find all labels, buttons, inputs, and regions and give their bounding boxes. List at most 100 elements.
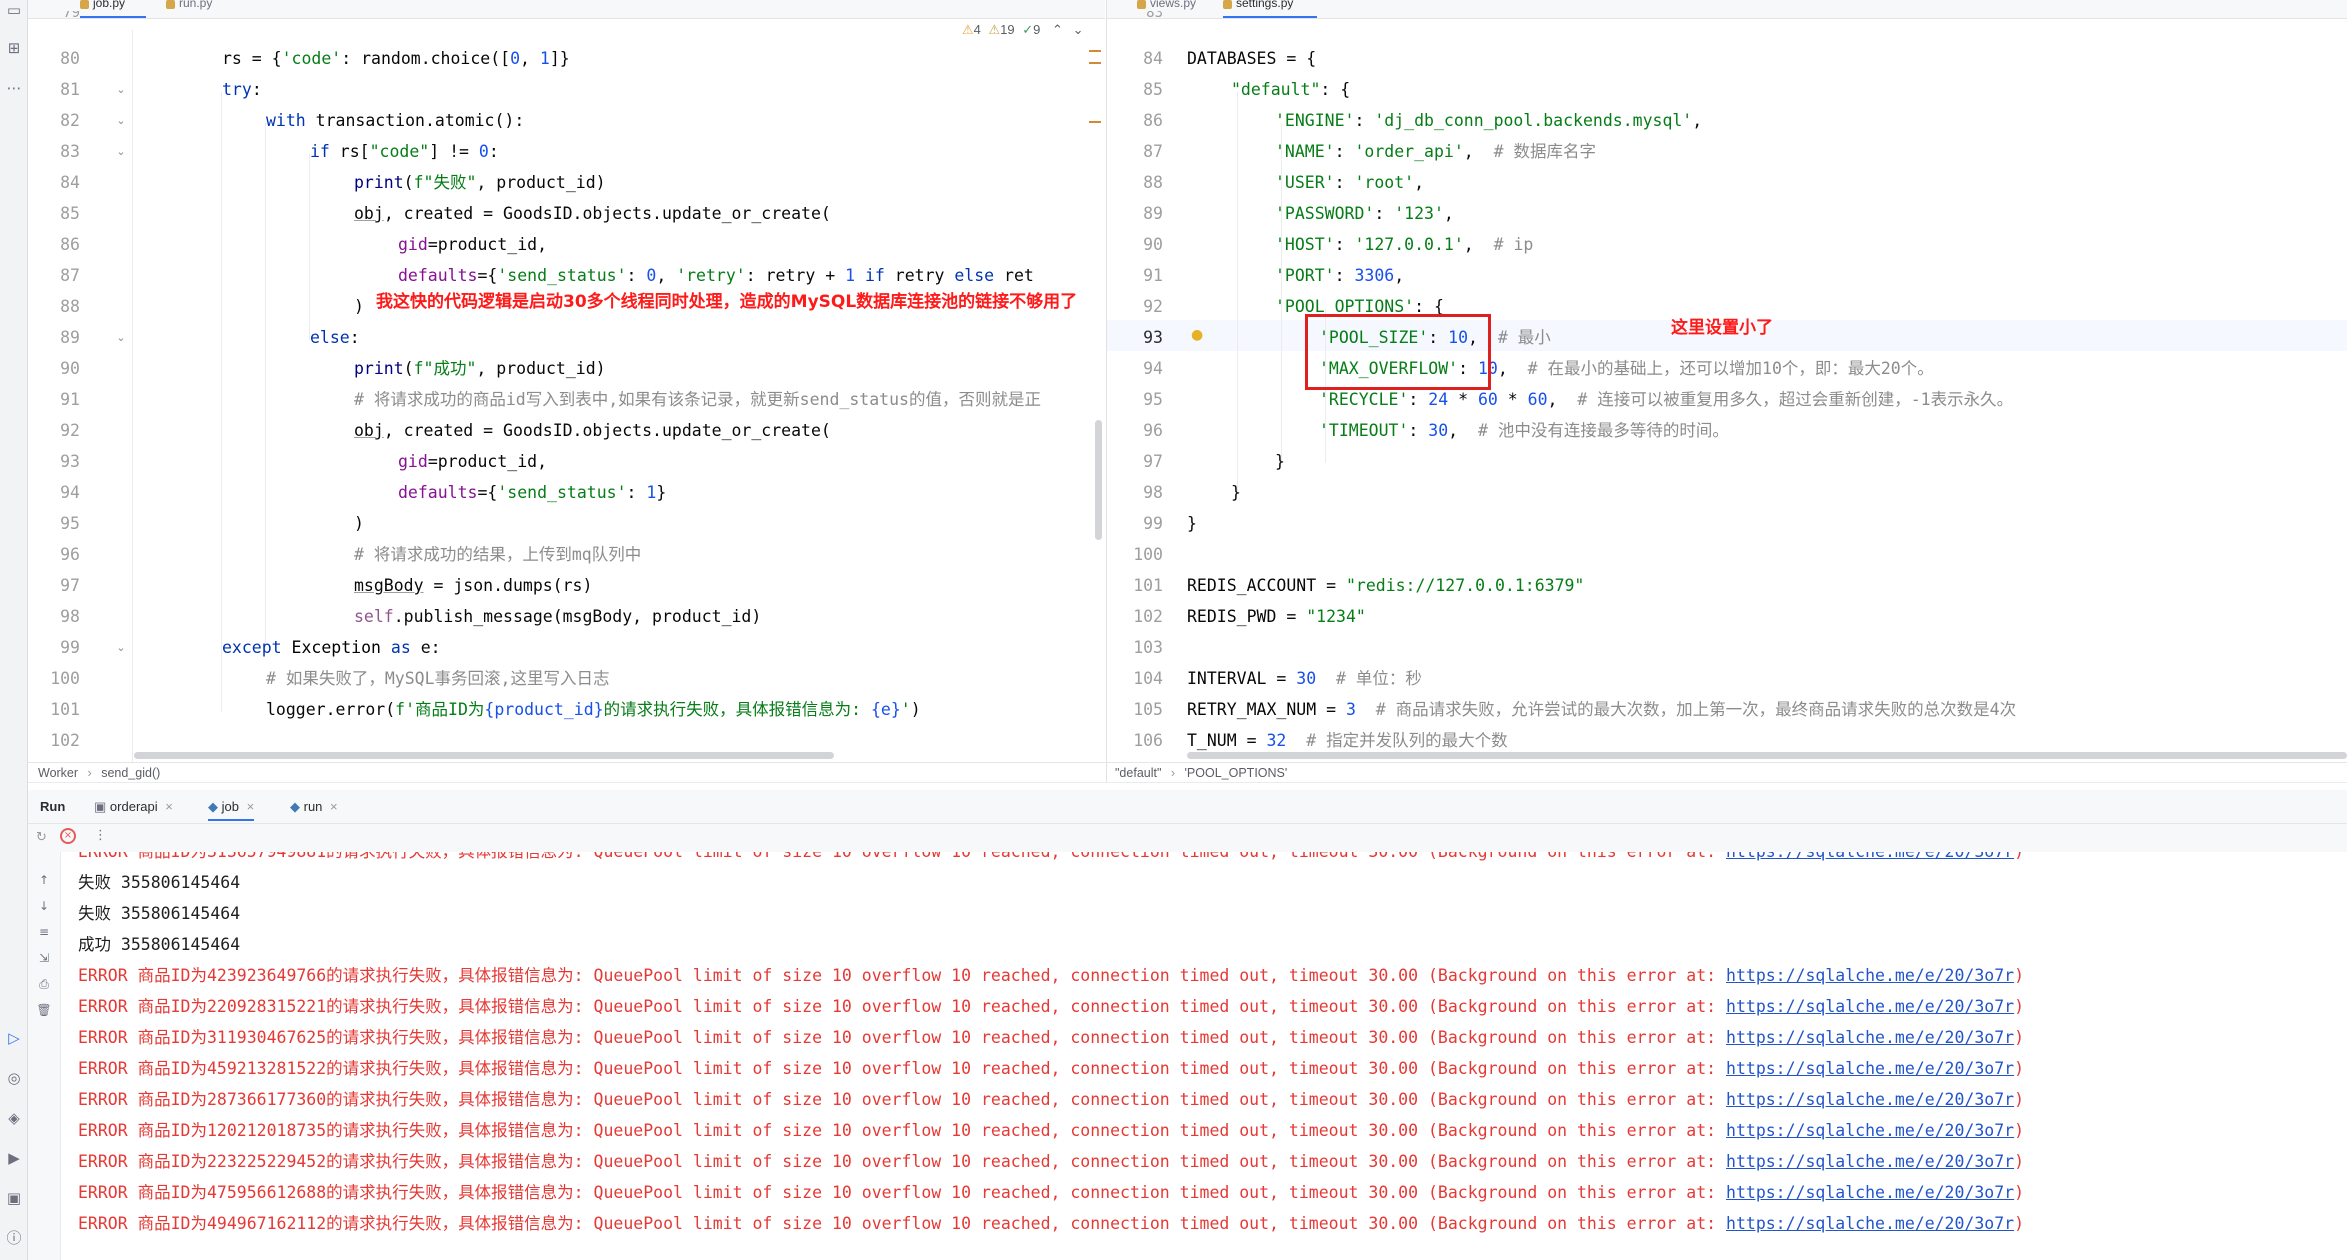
fold-marker-icon[interactable]: ⌄ bbox=[114, 136, 128, 167]
breadcrumb-item[interactable]: "default" bbox=[1115, 766, 1161, 780]
run-tab-run[interactable]: ◆ run × bbox=[290, 799, 338, 815]
structure-icon[interactable]: ⊞ bbox=[4, 38, 24, 58]
console-error-line: ERROR 商品ID为220928315221的请求执行失败，具体报错信息为: … bbox=[78, 997, 2025, 1016]
fold-marker-icon[interactable]: ⌄ bbox=[114, 105, 128, 136]
error-link[interactable]: https://sqlalche.me/e/20/3o7r bbox=[1726, 1121, 2014, 1140]
fold-marker-icon[interactable]: ⌄ bbox=[114, 74, 128, 105]
code-line-91: 'PORT': 3306, bbox=[1275, 266, 1405, 285]
chevron-down-icon[interactable]: ⌄ bbox=[1073, 22, 1084, 37]
layers-icon[interactable]: ◈ bbox=[4, 1108, 24, 1128]
error-link[interactable]: https://sqlalche.me/e/20/3o7r bbox=[1726, 1183, 2014, 1202]
error-link[interactable]: https://sqlalche.me/e/20/3o7r bbox=[1726, 1090, 2014, 1109]
line-number: 105 bbox=[1133, 700, 1163, 719]
tab-label: job.py bbox=[93, 0, 126, 10]
line-number: 94 bbox=[1143, 359, 1163, 378]
line-number: 96 bbox=[60, 545, 80, 564]
close-icon[interactable]: × bbox=[247, 799, 255, 814]
more-options-icon[interactable]: ⋮ bbox=[94, 828, 107, 843]
error-link[interactable]: https://sqlalche.me/e/20/3o7r bbox=[1726, 997, 2014, 1016]
print-icon[interactable]: ⎙ bbox=[36, 976, 52, 992]
tab-settings-py[interactable]: settings.py bbox=[1223, 0, 1317, 18]
console-error-line: ERROR 商品ID为459213281522的请求执行失败，具体报错信息为: … bbox=[78, 1059, 2025, 1078]
line-number: 93 bbox=[60, 452, 80, 471]
scroll-down-icon[interactable]: ↓ bbox=[36, 898, 52, 914]
run-panel-title: Run bbox=[40, 799, 66, 814]
scroll-to-end-icon[interactable]: ⇲ bbox=[36, 950, 52, 966]
breadcrumb-item[interactable]: send_gid() bbox=[101, 766, 160, 780]
console-error-line: ERROR 商品ID为223225229452的请求执行失败，具体报错信息为: … bbox=[78, 1152, 2025, 1171]
code-line-88: 'USER': 'root', bbox=[1275, 173, 1425, 192]
code-line-83: if rs["code"] != 0: bbox=[310, 142, 499, 161]
line-number: 102 bbox=[1133, 607, 1163, 626]
python-file-icon bbox=[1137, 0, 1146, 9]
code-line-99: except Exception as e: bbox=[222, 638, 441, 657]
left-horizontal-scrollbar[interactable] bbox=[134, 752, 834, 759]
trash-icon[interactable]: 🗑 bbox=[36, 1002, 52, 1018]
error-link[interactable]: https://sqlalche.me/e/20/3o7r bbox=[1726, 1028, 2014, 1047]
fold-marker-icon[interactable]: ⌄ bbox=[114, 322, 128, 353]
fold-marker-icon[interactable]: ⌄ bbox=[114, 632, 128, 663]
breadcrumb-item[interactable]: Worker bbox=[38, 766, 78, 780]
run-tab-label: orderapi bbox=[109, 799, 158, 814]
line-number: 100 bbox=[1133, 545, 1163, 564]
line-number: 90 bbox=[60, 359, 80, 378]
line-number: 99 bbox=[1143, 514, 1163, 533]
run-tab-job[interactable]: ◆ job × bbox=[208, 799, 255, 821]
console-output[interactable]: ERROR 商品ID为313657949881的请求执行失败，具体报错信息为: … bbox=[62, 852, 2347, 1260]
line-number: 103 bbox=[1133, 638, 1163, 657]
breadcrumb-separator-icon: › bbox=[1170, 766, 1176, 780]
code-line-105: RETRY_MAX_NUM = 3 # 商品请求失败，允许尝试的最大次数，加上第… bbox=[1187, 700, 2017, 719]
left-vertical-scrollbar[interactable] bbox=[1095, 420, 1102, 540]
error-link[interactable]: https://sqlalche.me/e/20/3o7r bbox=[1726, 1152, 2014, 1171]
problems-icon[interactable]: ⓘ bbox=[4, 1228, 24, 1248]
services-icon[interactable]: ▶ bbox=[4, 1148, 24, 1168]
intention-bulb-icon[interactable]: ● bbox=[1191, 327, 1203, 343]
tab-job-py[interactable]: job.py bbox=[80, 0, 146, 18]
line-number: 102 bbox=[50, 731, 80, 750]
code-line-91: # 将请求成功的商品id写入到表中,如果有该条记录，就更新send_status… bbox=[354, 390, 1041, 409]
terminal-icon[interactable]: ▣ bbox=[4, 1188, 24, 1208]
code-line-104: INTERVAL = 30 # 单位：秒 bbox=[1187, 669, 1422, 688]
console-error-line: ERROR 商品ID为475956612688的请求执行失败，具体报错信息为: … bbox=[78, 1183, 2025, 1202]
line-number: 98 bbox=[1143, 483, 1163, 502]
run-tab-label: run bbox=[303, 799, 323, 814]
line-number: 91 bbox=[60, 390, 80, 409]
error-link[interactable]: https://sqlalche.me/e/20/3o7r bbox=[1726, 966, 2014, 985]
code-line-89: 'PASSWORD': '123', bbox=[1275, 204, 1454, 223]
line-number: 94 bbox=[60, 483, 80, 502]
error-link[interactable]: https://sqlalche.me/e/20/3o7r bbox=[1726, 1059, 2014, 1078]
more-tools-icon[interactable]: ⋯ bbox=[4, 78, 24, 98]
left-breadcrumb: Worker › send_gid() bbox=[28, 762, 1106, 783]
chevron-up-icon[interactable]: ⌃ bbox=[1052, 22, 1063, 37]
code-line-98: self.publish_message(msgBody, product_id… bbox=[354, 607, 762, 626]
line-number: 101 bbox=[50, 700, 80, 719]
console-line: 失败 355806145464 bbox=[78, 873, 241, 892]
indent-guide bbox=[221, 92, 222, 712]
right-horizontal-scrollbar[interactable] bbox=[1187, 752, 2347, 759]
console-error-line: ERROR 商品ID为120212018735的请求执行失败，具体报错信息为: … bbox=[78, 1121, 2025, 1140]
tab-run-py[interactable]: run.py bbox=[166, 0, 212, 18]
scroll-up-icon[interactable]: ↑ bbox=[36, 872, 52, 888]
rerun-icon[interactable]: ↻ bbox=[36, 830, 47, 845]
line-number: 97 bbox=[1143, 452, 1163, 471]
breadcrumb-item[interactable]: 'POOL_OPTIONS' bbox=[1185, 766, 1288, 780]
line-number: 85 bbox=[1143, 80, 1163, 99]
inspection-widget[interactable]: ⚠4 ⚠19 ✓9 ⌃ ⌄ bbox=[962, 22, 1083, 38]
python-packages-icon[interactable]: ◎ bbox=[4, 1068, 24, 1088]
run-tab-orderapi[interactable]: ▣ orderapi × bbox=[94, 799, 173, 815]
line-number: 92 bbox=[60, 421, 80, 440]
error-link[interactable]: https://sqlalche.me/e/20/3o7r bbox=[1726, 852, 2014, 861]
soft-wrap-icon[interactable]: ≡ bbox=[36, 924, 52, 940]
project-icon[interactable]: ▭ bbox=[4, 0, 24, 20]
close-icon[interactable]: × bbox=[165, 799, 173, 814]
run-tool-icon[interactable]: ▷ bbox=[4, 1028, 24, 1048]
console-error-line: ERROR 商品ID为287366177360的请求执行失败，具体报错信息为: … bbox=[78, 1090, 2025, 1109]
close-icon[interactable]: × bbox=[330, 799, 338, 814]
code-line-93: gid=product_id, bbox=[398, 452, 548, 471]
tab-label: settings.py bbox=[1236, 0, 1294, 10]
stop-icon[interactable]: × bbox=[60, 828, 76, 844]
error-link[interactable]: https://sqlalche.me/e/20/3o7r bbox=[1726, 1214, 2014, 1233]
line-number: 92 bbox=[1143, 297, 1163, 316]
code-line-88: ) bbox=[354, 297, 364, 316]
code-line-80: rs = {'code': random.choice([0, 1]} bbox=[222, 49, 570, 68]
